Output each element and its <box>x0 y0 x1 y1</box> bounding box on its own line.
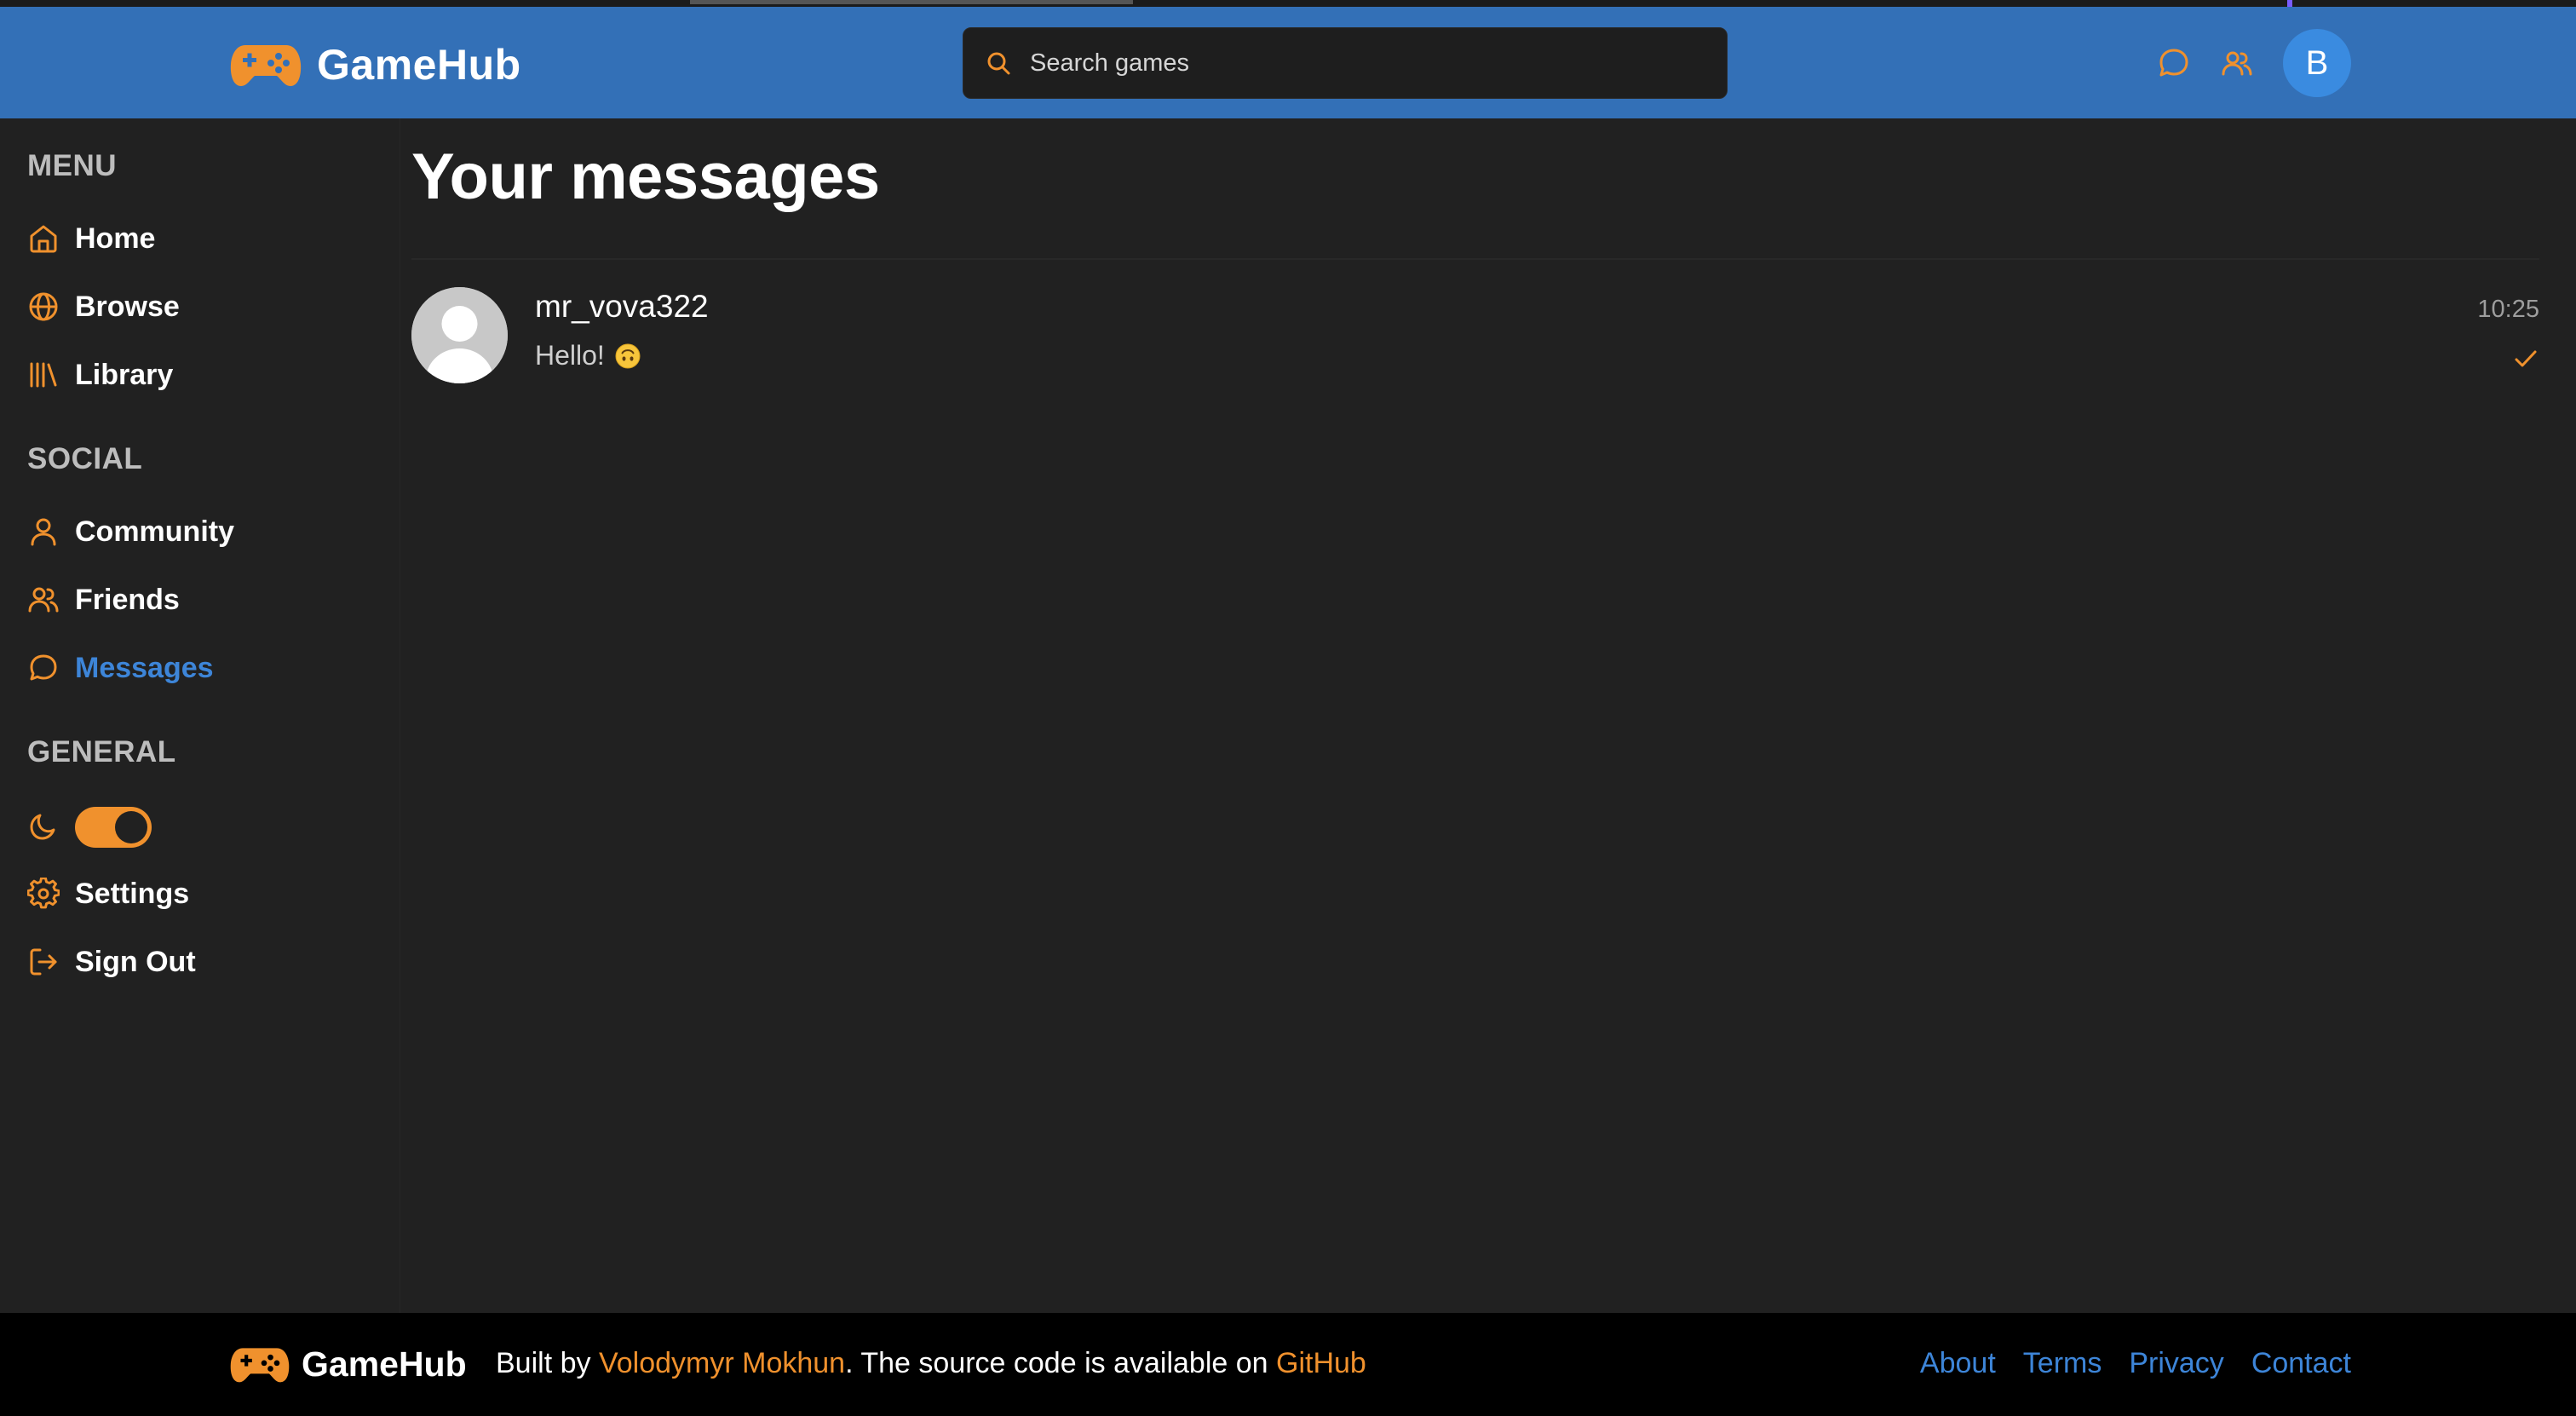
gear-icon <box>27 878 60 909</box>
friends-icon <box>2222 51 2252 76</box>
footer-link-terms[interactable]: Terms <box>2023 1347 2102 1380</box>
sidebar-item-sign-out[interactable]: Sign Out <box>27 936 196 987</box>
message-time: 10:25 <box>2477 296 2539 323</box>
footer: GameHub Built by Volodymyr Mokhun. The s… <box>0 1313 2576 1416</box>
sidebar-item-messages[interactable]: Messages <box>27 642 214 694</box>
avatar <box>411 287 508 383</box>
brand-logo-link[interactable]: GameHub <box>230 39 521 90</box>
sign-out-icon <box>30 948 57 976</box>
sidebar: MENU Home Browse Library SOCIAL Communit… <box>0 118 400 1313</box>
sidebar-item-label: Browse <box>75 290 180 323</box>
search-input[interactable] <box>1028 48 1676 78</box>
gamepad-icon <box>230 45 302 86</box>
credit-middle: . The source code is available on <box>845 1347 1276 1379</box>
conversation-preview: Hello! <box>535 340 641 371</box>
dark-mode-toggle[interactable] <box>75 807 152 848</box>
upside-down-face-emoji-icon <box>615 343 641 368</box>
library-icon <box>30 362 57 388</box>
conversation-name: mr_vova322 <box>535 289 709 324</box>
footer-link-about[interactable]: About <box>1920 1347 1996 1380</box>
sidebar-item-home[interactable]: Home <box>27 213 155 264</box>
sidebar-item-label: Sign Out <box>75 945 196 978</box>
header-actions: B <box>2157 29 2351 97</box>
search-icon <box>987 52 1010 75</box>
user-avatar-button[interactable]: B <box>2283 29 2351 97</box>
author-link[interactable]: Volodymyr Mokhun <box>599 1347 845 1379</box>
search-bar[interactable] <box>963 27 1728 99</box>
tab-indicator <box>690 0 1133 4</box>
globe-icon <box>29 292 58 321</box>
footer-link-contact[interactable]: Contact <box>2251 1347 2351 1380</box>
users-icon <box>28 587 59 613</box>
avatar-letter: B <box>2305 43 2329 82</box>
divider <box>411 258 2539 260</box>
sidebar-item-label: Community <box>75 515 234 548</box>
footer-credit: Built by Volodymyr Mokhun. The source co… <box>496 1347 1366 1380</box>
footer-links: About Terms Privacy Contact <box>1920 1347 2351 1380</box>
sidebar-item-browse[interactable]: Browse <box>27 281 180 332</box>
sidebar-item-label: Settings <box>75 877 190 910</box>
sidebar-item-label: Library <box>75 358 174 391</box>
check-icon <box>2515 350 2537 367</box>
app-header: GameHub B <box>0 7 2576 118</box>
moon-icon <box>30 814 55 840</box>
sidebar-item-settings[interactable]: Settings <box>27 868 189 919</box>
sidebar-item-community[interactable]: Community <box>27 506 234 557</box>
tab-indicator-accent <box>2287 0 2292 7</box>
sidebar-item-library[interactable]: Library <box>27 349 173 400</box>
theme-toggle-row <box>27 802 152 853</box>
page-title: Your messages <box>411 141 880 213</box>
footer-link-privacy[interactable]: Privacy <box>2129 1347 2223 1380</box>
credit-prefix: Built by <box>496 1347 599 1379</box>
preview-text: Hello! <box>535 340 605 371</box>
main-content: Your messages mr_vova322 Hello! 10:25 <box>411 118 2541 1313</box>
brand-name: GameHub <box>317 41 521 89</box>
conversation-item[interactable]: mr_vova322 Hello! 10:25 <box>411 285 2539 388</box>
section-title-general: GENERAL <box>27 735 176 768</box>
sidebar-item-friends[interactable]: Friends <box>27 574 180 625</box>
home-icon <box>30 225 57 253</box>
section-title-menu: MENU <box>27 149 118 182</box>
sidebar-item-label: Friends <box>75 583 180 616</box>
github-link[interactable]: GitHub <box>1276 1347 1366 1379</box>
messages-button[interactable] <box>2157 46 2191 80</box>
default-avatar-icon <box>411 287 508 383</box>
sidebar-item-label: Messages <box>75 651 214 684</box>
browser-top-strip <box>0 0 2576 7</box>
user-icon <box>31 518 56 546</box>
footer-brand-name: GameHub <box>302 1344 467 1384</box>
friends-button[interactable] <box>2220 46 2254 80</box>
sidebar-item-label: Home <box>75 222 156 255</box>
gamepad-icon <box>230 1347 290 1382</box>
section-title-social: SOCIAL <box>27 442 143 475</box>
messages-icon <box>2159 49 2188 77</box>
footer-brand[interactable]: GameHub <box>230 1338 467 1390</box>
message-icon <box>30 654 57 681</box>
toggle-knob <box>115 811 147 843</box>
